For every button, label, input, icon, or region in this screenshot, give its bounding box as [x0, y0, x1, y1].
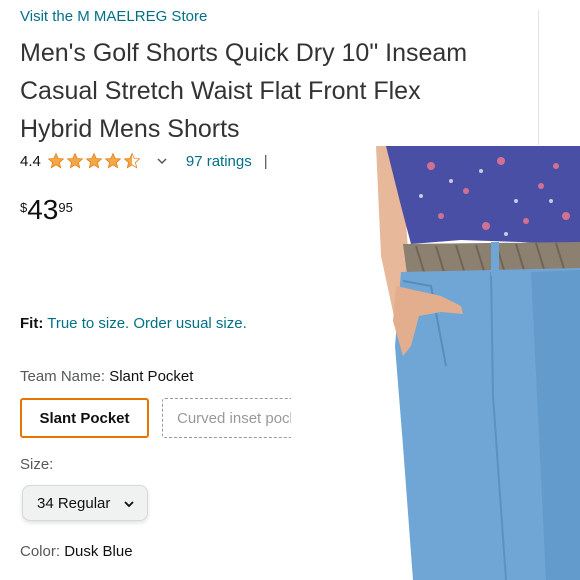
model-wearing-shorts-image — [291, 146, 580, 580]
team-name-value: Slant Pocket — [109, 368, 194, 385]
product-title: Men's Golf Shorts Quick Dry 10" Inseam C… — [20, 39, 468, 143]
rating-value: 4.4 — [20, 152, 41, 170]
size-dropdown-value: 34 Regular — [37, 494, 111, 512]
fit-info: Fit: True to size. Order usual size. — [20, 315, 247, 332]
color-label: Color: — [20, 543, 61, 560]
separator: | — [263, 152, 268, 170]
price-symbol: $ — [20, 200, 28, 215]
store-link[interactable]: Visit the M MAELREG Store — [20, 8, 207, 25]
star-icon — [47, 152, 65, 169]
chevron-down-icon[interactable] — [156, 155, 168, 167]
team-name-row: Team Name: Slant Pocket — [20, 368, 193, 385]
option-slant-pocket[interactable]: Slant Pocket — [20, 398, 149, 438]
option-curved-inset-pocket[interactable]: Curved inset pocket — [162, 398, 312, 438]
product-image[interactable] — [291, 146, 580, 580]
price-whole: 43 — [27, 194, 59, 225]
ratings-count-link[interactable]: 97 ratings — [186, 153, 252, 170]
size-dropdown[interactable]: 34 Regular — [22, 485, 148, 521]
color-value: Dusk Blue — [64, 543, 133, 560]
color-row: Color: Dusk Blue — [20, 543, 133, 560]
star-icon — [66, 152, 84, 169]
price-fraction: 95 — [58, 200, 73, 215]
price: $ 43 95 — [20, 196, 73, 224]
divider — [538, 10, 539, 145]
rating-row: 4.4 97 ratings | — [20, 150, 268, 172]
half-star-icon — [123, 152, 141, 169]
team-name-label: Team Name: — [20, 368, 106, 385]
size-label: Size: — [20, 456, 54, 473]
star-rating[interactable] — [47, 152, 142, 170]
chevron-down-icon — [124, 501, 134, 508]
star-icon — [85, 152, 103, 169]
fit-value-link[interactable]: True to size. Order usual size. — [47, 315, 247, 332]
fit-label: Fit: — [20, 315, 44, 332]
star-icon — [104, 152, 122, 169]
